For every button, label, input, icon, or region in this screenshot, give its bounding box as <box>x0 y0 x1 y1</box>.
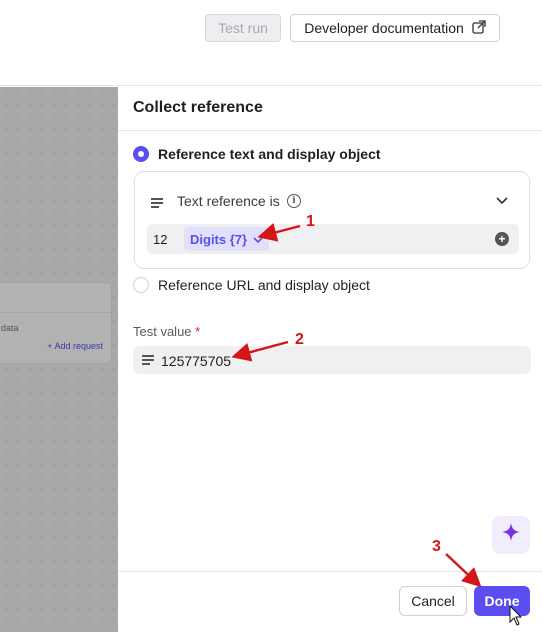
sparkle-icon <box>501 522 521 548</box>
text-reference-label: Text reference is <box>177 193 280 209</box>
reference-prefix: 12 <box>153 232 168 247</box>
canvas-node-header <box>0 283 111 313</box>
radio-reference-text[interactable] <box>133 146 149 162</box>
cancel-label: Cancel <box>411 593 455 609</box>
annotation-number-3: 3 <box>432 538 441 555</box>
canvas-node-card: data + Add request <box>0 282 112 364</box>
chevron-down-icon <box>253 232 263 247</box>
annotation-number-2: 2 <box>295 331 304 348</box>
digits-chip[interactable]: Digits {7} <box>184 227 270 251</box>
plus-circle-icon[interactable]: + <box>495 232 509 246</box>
collect-reference-panel: Collect reference Reference text and dis… <box>118 87 542 632</box>
test-run-label: Test run <box>218 20 268 36</box>
add-request-link[interactable]: + Add request <box>47 341 103 351</box>
test-run-button[interactable]: Test run <box>205 14 281 42</box>
radio-reference-text-label[interactable]: Reference text and display object <box>158 146 381 162</box>
radio-reference-url[interactable] <box>133 277 149 293</box>
text-lines-icon <box>142 355 154 365</box>
developer-documentation-button[interactable]: Developer documentation <box>290 14 500 42</box>
workflow-canvas: data + Add request <box>0 87 118 632</box>
cancel-button[interactable]: Cancel <box>399 586 467 616</box>
reference-pattern-input[interactable]: 12 Digits {7} + <box>147 224 519 254</box>
canvas-data-text: data <box>1 323 19 333</box>
chevron-down-icon[interactable] <box>496 194 508 208</box>
info-icon[interactable]: i <box>287 194 301 208</box>
panel-title: Collect reference <box>133 99 263 116</box>
digits-chip-label: Digits {7} <box>190 231 248 247</box>
done-label: Done <box>484 593 520 609</box>
test-value-text: 125775705 <box>161 353 232 369</box>
test-value-label-text: Test value <box>133 324 192 339</box>
text-reference-card: Text reference is i 12 Digits {7} + <box>134 171 530 269</box>
done-button[interactable]: Done <box>474 586 530 616</box>
test-value-input[interactable]: 125775705 <box>133 346 531 374</box>
developer-documentation-label: Developer documentation <box>304 20 464 36</box>
radio-reference-url-label[interactable]: Reference URL and display object <box>158 277 370 293</box>
top-bar: Test run Developer documentation <box>0 0 542 86</box>
divider <box>118 130 542 131</box>
external-link-icon <box>472 19 486 37</box>
text-lines-icon <box>151 198 163 208</box>
test-value-label: Test value * <box>133 324 200 339</box>
ai-assistant-button[interactable] <box>492 516 530 554</box>
footer-divider <box>118 571 542 572</box>
required-marker: * <box>195 324 201 339</box>
annotation-number-1: 1 <box>306 213 315 230</box>
